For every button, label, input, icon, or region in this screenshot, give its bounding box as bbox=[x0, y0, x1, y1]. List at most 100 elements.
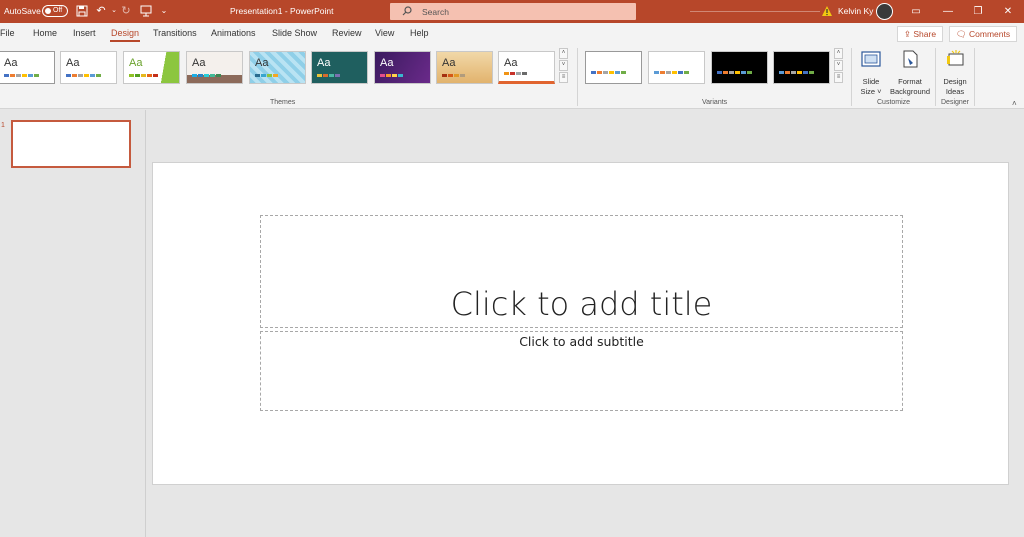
scroll-down-icon[interactable]: ˅ bbox=[559, 60, 568, 71]
theme-color-swatches bbox=[4, 74, 39, 77]
design-ideas-button[interactable]: Design Ideas bbox=[939, 48, 971, 97]
theme-color-swatches bbox=[129, 74, 158, 77]
minimize-icon[interactable]: — bbox=[938, 3, 958, 20]
customize-group-label: Customize bbox=[877, 99, 911, 106]
group-divider bbox=[935, 48, 936, 106]
toggle-knob bbox=[45, 8, 51, 14]
tab-slide-show[interactable]: Slide Show bbox=[272, 28, 317, 38]
theme-ion-boardroom[interactable]: Aa bbox=[249, 51, 306, 84]
search-box[interactable]: Search bbox=[390, 3, 636, 20]
format-background-icon bbox=[903, 50, 918, 68]
ribbon-display-options-icon[interactable]: ▭ bbox=[906, 3, 926, 20]
designer-group-label: Designer bbox=[941, 99, 970, 106]
tab-animations[interactable]: Animations bbox=[211, 28, 256, 38]
title-bar: AutoSave Off ↶ ⌄ ↻ ⌄ Presentation1 - Pow… bbox=[0, 0, 1024, 23]
theme-color-swatches bbox=[380, 74, 403, 77]
variant-color-swatches bbox=[654, 71, 689, 74]
slide-thumbnail[interactable] bbox=[11, 120, 131, 168]
user-name[interactable]: Kelvin Ky bbox=[838, 6, 873, 16]
document-title: Presentation1 - PowerPoint bbox=[230, 6, 334, 16]
search-placeholder: Search bbox=[422, 7, 449, 17]
design-ideas-label-1: Design bbox=[943, 77, 967, 86]
variant-1[interactable] bbox=[585, 51, 642, 84]
theme-preview-text: Aa bbox=[129, 57, 143, 69]
variant-3[interactable] bbox=[711, 51, 768, 84]
collapse-ribbon-icon[interactable]: ˄ bbox=[1012, 99, 1017, 108]
theme-office-2[interactable]: Aa bbox=[60, 51, 117, 84]
autosave-label: AutoSave bbox=[4, 6, 41, 16]
present-icon[interactable] bbox=[140, 5, 152, 17]
subtitle-placeholder[interactable]: Click to add subtitle bbox=[260, 331, 903, 411]
share-label: Share bbox=[913, 29, 937, 39]
variant-4[interactable] bbox=[773, 51, 830, 84]
scroll-down-icon[interactable]: ˅ bbox=[834, 60, 843, 71]
theme-preview-text: Aa bbox=[380, 57, 394, 69]
theme-berlin[interactable]: Aa bbox=[498, 51, 555, 84]
tab-help[interactable]: Help bbox=[410, 28, 429, 38]
tab-review[interactable]: Review bbox=[332, 28, 362, 38]
theme-preview-text: Aa bbox=[255, 57, 269, 69]
tab-home[interactable]: Home bbox=[33, 28, 57, 38]
design-ideas-icon bbox=[947, 50, 964, 66]
active-tab-indicator bbox=[110, 40, 140, 42]
close-icon[interactable]: ✕ bbox=[998, 3, 1018, 20]
format-background-label-1: Format bbox=[898, 77, 922, 86]
ribbon-tabs: File Home Insert Design Transitions Anim… bbox=[0, 23, 1024, 43]
autosave-toggle[interactable]: Off bbox=[42, 5, 68, 17]
tab-view[interactable]: View bbox=[375, 28, 394, 38]
title-placeholder-text: Click to add title bbox=[450, 285, 713, 323]
theme-preview-text: Aa bbox=[66, 57, 80, 69]
customize-qat-icon[interactable]: ⌄ bbox=[158, 5, 170, 17]
share-button[interactable]: ⇪ Share bbox=[897, 26, 943, 42]
theme-facet[interactable]: Aa bbox=[123, 51, 180, 84]
slide-canvas[interactable]: Click to add title Click to add subtitle bbox=[152, 162, 1009, 485]
theme-color-swatches bbox=[317, 74, 340, 77]
theme-color-swatches bbox=[66, 74, 101, 77]
variant-color-swatches bbox=[779, 71, 814, 74]
scroll-up-icon[interactable]: ˄ bbox=[834, 48, 843, 59]
theme-preview-text: Aa bbox=[4, 57, 18, 69]
restore-icon[interactable]: ❐ bbox=[968, 3, 988, 20]
redo-icon[interactable]: ↻ bbox=[120, 5, 132, 17]
theme-color-swatches bbox=[192, 74, 221, 77]
subtitle-placeholder-text: Click to add subtitle bbox=[519, 334, 644, 349]
scroll-up-icon[interactable]: ˄ bbox=[559, 48, 568, 59]
variant-2[interactable] bbox=[648, 51, 705, 84]
theme-color-swatches bbox=[504, 72, 527, 75]
save-icon[interactable] bbox=[76, 5, 88, 17]
title-placeholder[interactable]: Click to add title bbox=[260, 215, 903, 328]
more-icon[interactable]: ≡ bbox=[834, 72, 843, 83]
tab-file[interactable]: File bbox=[0, 28, 15, 38]
share-icon: ⇪ bbox=[903, 29, 914, 39]
theme-ion[interactable]: Aa bbox=[374, 51, 431, 84]
slide-size-label-2: Size bbox=[860, 87, 876, 96]
theme-preview-text: Aa bbox=[442, 57, 456, 69]
warning-icon[interactable] bbox=[821, 5, 833, 17]
tab-transitions[interactable]: Transitions bbox=[153, 28, 197, 38]
format-background-button[interactable]: Format Background bbox=[888, 48, 932, 97]
slide-size-icon bbox=[861, 51, 881, 67]
slide-size-button[interactable]: Slide Size ˅ bbox=[856, 48, 886, 97]
theme-integral[interactable]: Aa bbox=[186, 51, 243, 84]
theme-preview-text: Aa bbox=[192, 57, 206, 69]
variant-color-swatches bbox=[717, 71, 752, 74]
avatar[interactable] bbox=[876, 3, 893, 20]
theme-preview-text: Aa bbox=[504, 57, 518, 69]
undo-dropdown-icon[interactable]: ⌄ bbox=[108, 5, 120, 17]
group-divider bbox=[974, 48, 975, 106]
decorative-circuit-line bbox=[690, 11, 820, 12]
theme-color-swatches bbox=[255, 74, 278, 77]
theme-color-swatches bbox=[442, 74, 465, 77]
variant-color-swatches bbox=[591, 71, 626, 74]
comments-label: Comments bbox=[969, 29, 1011, 39]
themes-group-label: Themes bbox=[270, 99, 296, 106]
undo-icon[interactable]: ↶ bbox=[95, 5, 107, 17]
tab-insert[interactable]: Insert bbox=[73, 28, 96, 38]
theme-wood-type[interactable]: Aa bbox=[436, 51, 493, 84]
comments-button[interactable]: 🗨 Comments bbox=[949, 26, 1017, 42]
theme-office[interactable]: Aa bbox=[0, 51, 55, 84]
theme-organic[interactable]: Aa bbox=[311, 51, 368, 84]
tab-design[interactable]: Design bbox=[111, 28, 139, 38]
more-icon[interactable]: ≡ bbox=[559, 72, 568, 83]
themes-gallery-scroll: ˄ ˅ ≡ bbox=[559, 48, 569, 84]
